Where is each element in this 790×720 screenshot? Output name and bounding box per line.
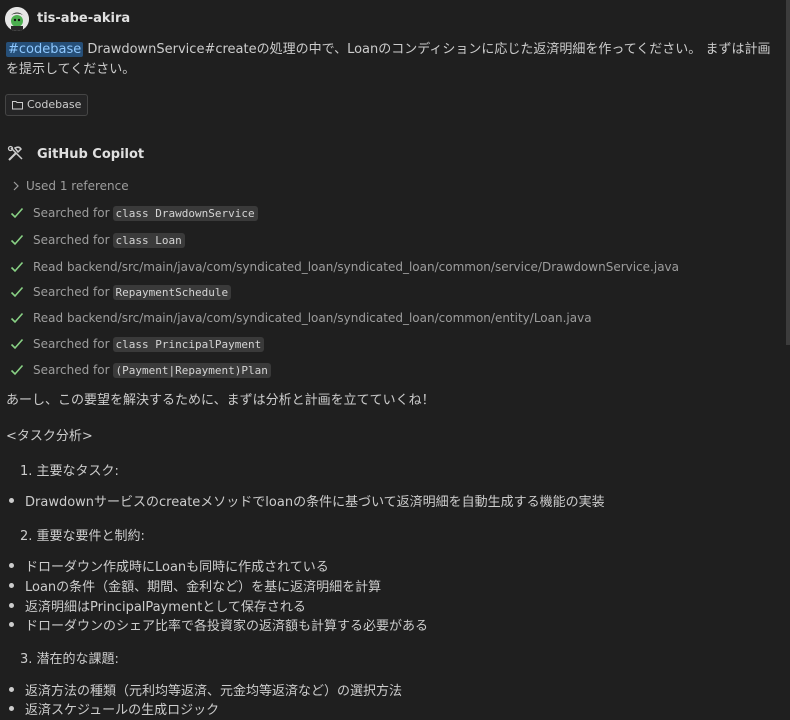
check-icon [10, 234, 24, 246]
folder-icon [12, 101, 23, 110]
step-search-query: class PrincipalPayment [112, 336, 265, 352]
step-text: Searched for [33, 337, 110, 351]
progress-step: Read backend/src/main/java/com/syndicate… [10, 258, 679, 276]
step-text: Read backend/src/main/java/com/syndicate… [33, 260, 680, 274]
step-text: Searched for [33, 285, 110, 299]
list-item: Drawdownサービスのcreateメソッドでloanの条件に基づいて返済明細… [8, 491, 605, 510]
list-item: Loanの条件（金額、期間、金利など）を基に返済明細を計算 [8, 576, 381, 595]
assistant-name: GitHub Copilot [37, 147, 145, 162]
step-text: Searched for [33, 233, 110, 247]
list-item: 返済スケジュールの生成ロジック [8, 699, 219, 718]
step-search-query: class Loan [112, 232, 185, 248]
step-search-query: (Payment|Repayment)Plan [112, 362, 271, 378]
step-text: Read backend/src/main/java/com/syndicate… [33, 311, 592, 325]
list-item: 返済明細はPrincipalPaymentとして保存される [8, 596, 306, 615]
intro-text: あーし、この要望を解決するために、まずは分析と計画を立てていくね！ [6, 393, 435, 408]
progress-step: Searched for RepaymentSchedule [10, 283, 232, 301]
codebase-tag[interactable]: #codebase [6, 42, 84, 57]
prompt-text: DrawdownService#createの処理の中で、Loanのコンディショ… [6, 42, 771, 77]
used-reference-toggle[interactable]: Used 1 reference [12, 179, 129, 193]
check-icon [10, 312, 24, 324]
scrollbar[interactable] [786, 0, 790, 345]
progress-step: Searched for (Payment|Repayment)Plan [10, 361, 271, 379]
check-icon [10, 286, 24, 298]
user-avatar [5, 7, 29, 31]
section-heading: 1. 主要なタスク: [20, 464, 119, 479]
step-text: Searched for [33, 363, 110, 377]
task-analysis-heading: <タスク分析> [6, 429, 93, 444]
check-icon [10, 338, 24, 350]
step-text: Searched for [33, 206, 110, 220]
progress-step: Searched for class DrawdownService [10, 204, 258, 222]
user-name: tis-abe-akira [37, 11, 131, 26]
used-reference-label: Used 1 reference [26, 179, 129, 193]
chevron-right-icon [13, 181, 19, 191]
user-prompt: #codebase DrawdownService#createの処理の中で、L… [6, 40, 781, 80]
list-item: 返済方法の種類（元利均等返済、元金均等返済など）の選択方法 [8, 680, 402, 699]
list-item: ドローダウン作成時にLoanも同時に作成されている [8, 556, 329, 575]
copilot-tools-icon [7, 145, 23, 161]
progress-step: Searched for class PrincipalPayment [10, 335, 265, 353]
codebase-reference-chip[interactable]: Codebase [5, 94, 89, 116]
check-icon [10, 261, 24, 273]
section-heading: 2. 重要な要件と制約: [20, 529, 145, 544]
step-search-query: RepaymentSchedule [112, 284, 232, 300]
check-icon [10, 207, 24, 219]
section-heading: 3. 潜在的な課題: [20, 652, 119, 667]
list-item: ドローダウンのシェア比率で各投資家の返済額も計算する必要がある [8, 615, 428, 634]
progress-step: Read backend/src/main/java/com/syndicate… [10, 309, 592, 327]
progress-step: Searched for class Loan [10, 231, 185, 249]
reference-chip-label: Codebase [27, 98, 82, 111]
check-icon [10, 364, 24, 376]
step-search-query: class DrawdownService [112, 205, 258, 221]
